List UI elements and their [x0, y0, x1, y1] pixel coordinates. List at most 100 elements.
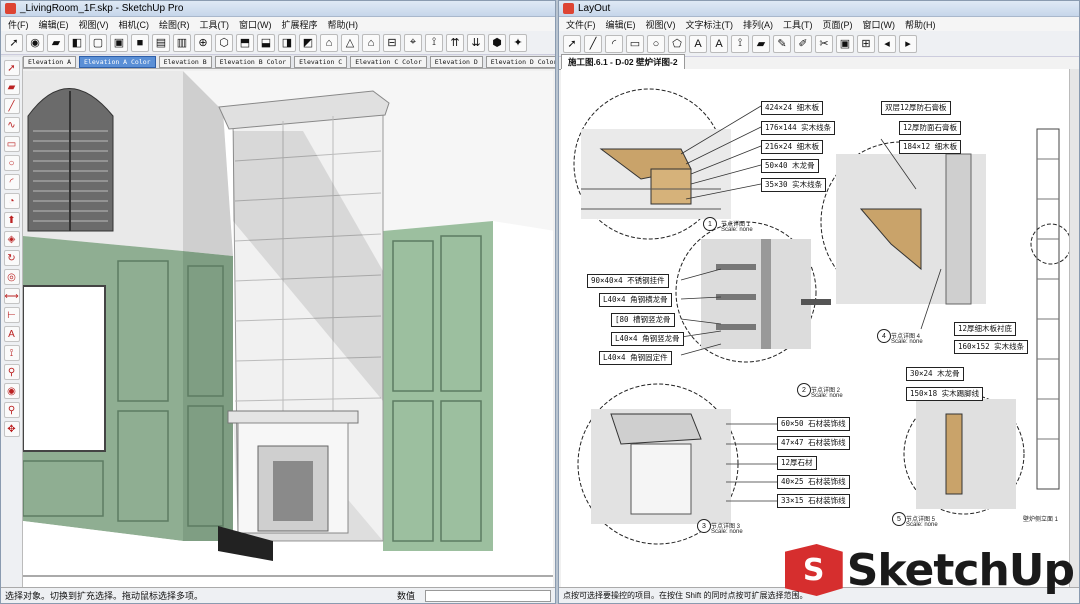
component-cube-icon[interactable]: ⬢ — [488, 33, 506, 52]
lo-prev-page-icon[interactable]: ◂ — [878, 34, 896, 53]
arc-icon[interactable]: ◜ — [3, 174, 20, 190]
down-arrows-icon[interactable]: ⇊ — [467, 33, 485, 52]
sketchup-3d-viewport[interactable] — [23, 71, 553, 587]
house-outline-icon[interactable]: △ — [341, 33, 359, 52]
up-arrows-icon[interactable]: ⇈ — [446, 33, 464, 52]
offset-icon[interactable]: ◎ — [3, 269, 20, 285]
lo-presentation-icon[interactable]: ▣ — [836, 34, 854, 53]
text-tool-icon[interactable]: A — [3, 326, 20, 342]
callout-label[interactable]: L40×4 角钢竖龙骨 — [611, 332, 684, 346]
wireframe-icon[interactable]: ▢ — [89, 33, 107, 52]
menu-file[interactable]: 件(F) — [3, 18, 34, 31]
hidden-line-icon[interactable]: ▣ — [110, 33, 128, 52]
scene-tab[interactable]: Elevation D Color — [485, 55, 555, 68]
iso-view-icon[interactable]: ⬡ — [215, 33, 233, 52]
lo-menu-pages[interactable]: 页面(P) — [818, 18, 858, 31]
house-detail-icon[interactable]: ⌂ — [362, 33, 380, 52]
lo-circle-icon[interactable]: ○ — [647, 34, 665, 53]
shaded-texture-icon[interactable]: ▤ — [152, 33, 170, 52]
select-tool-icon[interactable]: ➚ — [5, 33, 23, 52]
rotate-icon[interactable]: ↻ — [3, 250, 20, 266]
callout-label[interactable]: L40×4 角钢横龙骨 — [599, 293, 672, 307]
menu-help[interactable]: 帮助(H) — [323, 18, 364, 31]
tape-measure-icon[interactable]: ⌖ — [404, 33, 422, 52]
back-view-icon[interactable]: ◩ — [299, 33, 317, 52]
scene-tab[interactable]: Elevation A — [23, 55, 77, 68]
scene-tab[interactable]: Elevation D — [429, 55, 483, 68]
lo-next-page-icon[interactable]: ▸ — [899, 34, 917, 53]
lo-menu-file[interactable]: 文件(F) — [561, 18, 601, 31]
lo-eraser-icon[interactable]: ▰ — [752, 34, 770, 53]
walk-icon[interactable]: ⚲ — [3, 364, 20, 380]
lo-rectangle-icon[interactable]: ▭ — [626, 34, 644, 53]
menu-edit[interactable]: 编辑(E) — [34, 18, 74, 31]
callout-label[interactable]: [80 槽钢竖龙骨 — [611, 313, 675, 327]
callout-label[interactable]: 60×50 石材装饰线 — [777, 417, 850, 431]
callout-label[interactable]: 47×47 石材装饰线 — [777, 436, 850, 450]
measurements-input[interactable] — [425, 590, 551, 602]
axes-icon[interactable]: ⟟ — [425, 33, 443, 52]
lo-line-icon[interactable]: ╱ — [584, 34, 602, 53]
xray-icon[interactable]: ◧ — [68, 33, 86, 52]
line-tool-icon[interactable]: ╱ — [3, 98, 20, 114]
circle-icon[interactable]: ○ — [3, 155, 20, 171]
callout-label[interactable]: 30×24 木龙骨 — [906, 367, 964, 381]
rectangle-icon[interactable]: ▭ — [3, 136, 20, 152]
follow-me-icon[interactable]: ◈ — [3, 231, 20, 247]
lo-dimension-icon[interactable]: ⟟ — [731, 34, 749, 53]
extension-icon[interactable]: ✦ — [509, 33, 527, 52]
lo-select-icon[interactable]: ➚ — [563, 34, 581, 53]
callout-label[interactable]: L40×4 角钢固定件 — [599, 351, 672, 365]
menu-tools[interactable]: 工具(T) — [195, 18, 235, 31]
pan-icon[interactable]: ✥ — [3, 421, 20, 437]
lo-style-icon[interactable]: ✎ — [773, 34, 791, 53]
lo-sample-icon[interactable]: ✐ — [794, 34, 812, 53]
shaded-icon[interactable]: ■ — [131, 33, 149, 52]
scene-tab[interactable]: Elevation C Color — [350, 55, 427, 68]
menu-extensions[interactable]: 扩展程序 — [277, 18, 323, 31]
doc-tab[interactable]: 施工图.6.1 - D-02 壁炉详图-2 — [561, 54, 685, 69]
callout-label[interactable]: 176×144 实木线条 — [761, 121, 836, 135]
callout-label[interactable]: 12厚防面石膏板 — [899, 121, 962, 135]
callout-label[interactable]: 90×40×4 不锈钢挂件 — [587, 274, 669, 288]
lo-menu-edit[interactable]: 编辑(E) — [601, 18, 641, 31]
lo-text-icon[interactable]: A — [689, 34, 707, 53]
callout-label[interactable]: 50×40 木龙骨 — [761, 159, 819, 173]
section-plane-icon[interactable]: ⊟ — [383, 33, 401, 52]
menu-draw[interactable]: 绘图(R) — [154, 18, 195, 31]
callout-label[interactable]: 424×24 细木板 — [761, 101, 824, 115]
callout-label[interactable]: 33×15 石材装饰线 — [777, 494, 850, 508]
eraser-icon[interactable]: ▰ — [47, 33, 65, 52]
right-view-icon[interactable]: ◨ — [278, 33, 296, 52]
scene-tab[interactable]: Elevation B Color — [214, 55, 292, 68]
lo-menu-help[interactable]: 帮助(H) — [900, 18, 941, 31]
zoom-icon[interactable]: ⚲ — [3, 402, 20, 418]
axes-tool-icon[interactable]: ⟟ — [3, 345, 20, 361]
lo-split-icon[interactable]: ✂ — [815, 34, 833, 53]
menu-camera[interactable]: 相机(C) — [114, 18, 155, 31]
lo-label-icon[interactable]: A — [710, 34, 728, 53]
pie-icon[interactable]: ◔ — [3, 193, 20, 209]
orbit-icon[interactable]: ⊕ — [194, 33, 212, 52]
lo-menu-text[interactable]: 文字标注(T) — [681, 18, 739, 31]
scene-tab-active[interactable]: Elevation A Color — [79, 55, 156, 68]
scene-tab[interactable]: Elevation B — [158, 55, 212, 68]
home-icon[interactable]: ⌂ — [320, 33, 338, 52]
layout-page[interactable]: 424×24 细木板 176×144 实木线条 216×24 细木板 50×40… — [561, 69, 1069, 587]
layout-vertical-scrollbar[interactable] — [1069, 69, 1079, 587]
lo-menu-arrange[interactable]: 排列(A) — [738, 18, 778, 31]
monochrome-icon[interactable]: ▥ — [173, 33, 191, 52]
look-around-icon[interactable]: ◉ — [3, 383, 20, 399]
callout-label[interactable]: 150×18 实木踢脚线 — [906, 387, 984, 401]
callout-label[interactable]: 40×25 石材装饰线 — [777, 475, 850, 489]
push-pull-icon[interactable]: ⬆ — [3, 212, 20, 228]
top-view-icon[interactable]: ⬒ — [236, 33, 254, 52]
lo-arc-icon[interactable]: ◜ — [605, 34, 623, 53]
select-icon[interactable]: ➚ — [3, 60, 20, 76]
freehand-icon[interactable]: ∿ — [3, 117, 20, 133]
callout-label[interactable]: 216×24 细木板 — [761, 140, 824, 154]
lo-add-page-icon[interactable]: ⊞ — [857, 34, 875, 53]
front-view-icon[interactable]: ⬓ — [257, 33, 275, 52]
menu-view[interactable]: 视图(V) — [74, 18, 114, 31]
callout-label[interactable]: 184×12 细木板 — [899, 140, 962, 154]
